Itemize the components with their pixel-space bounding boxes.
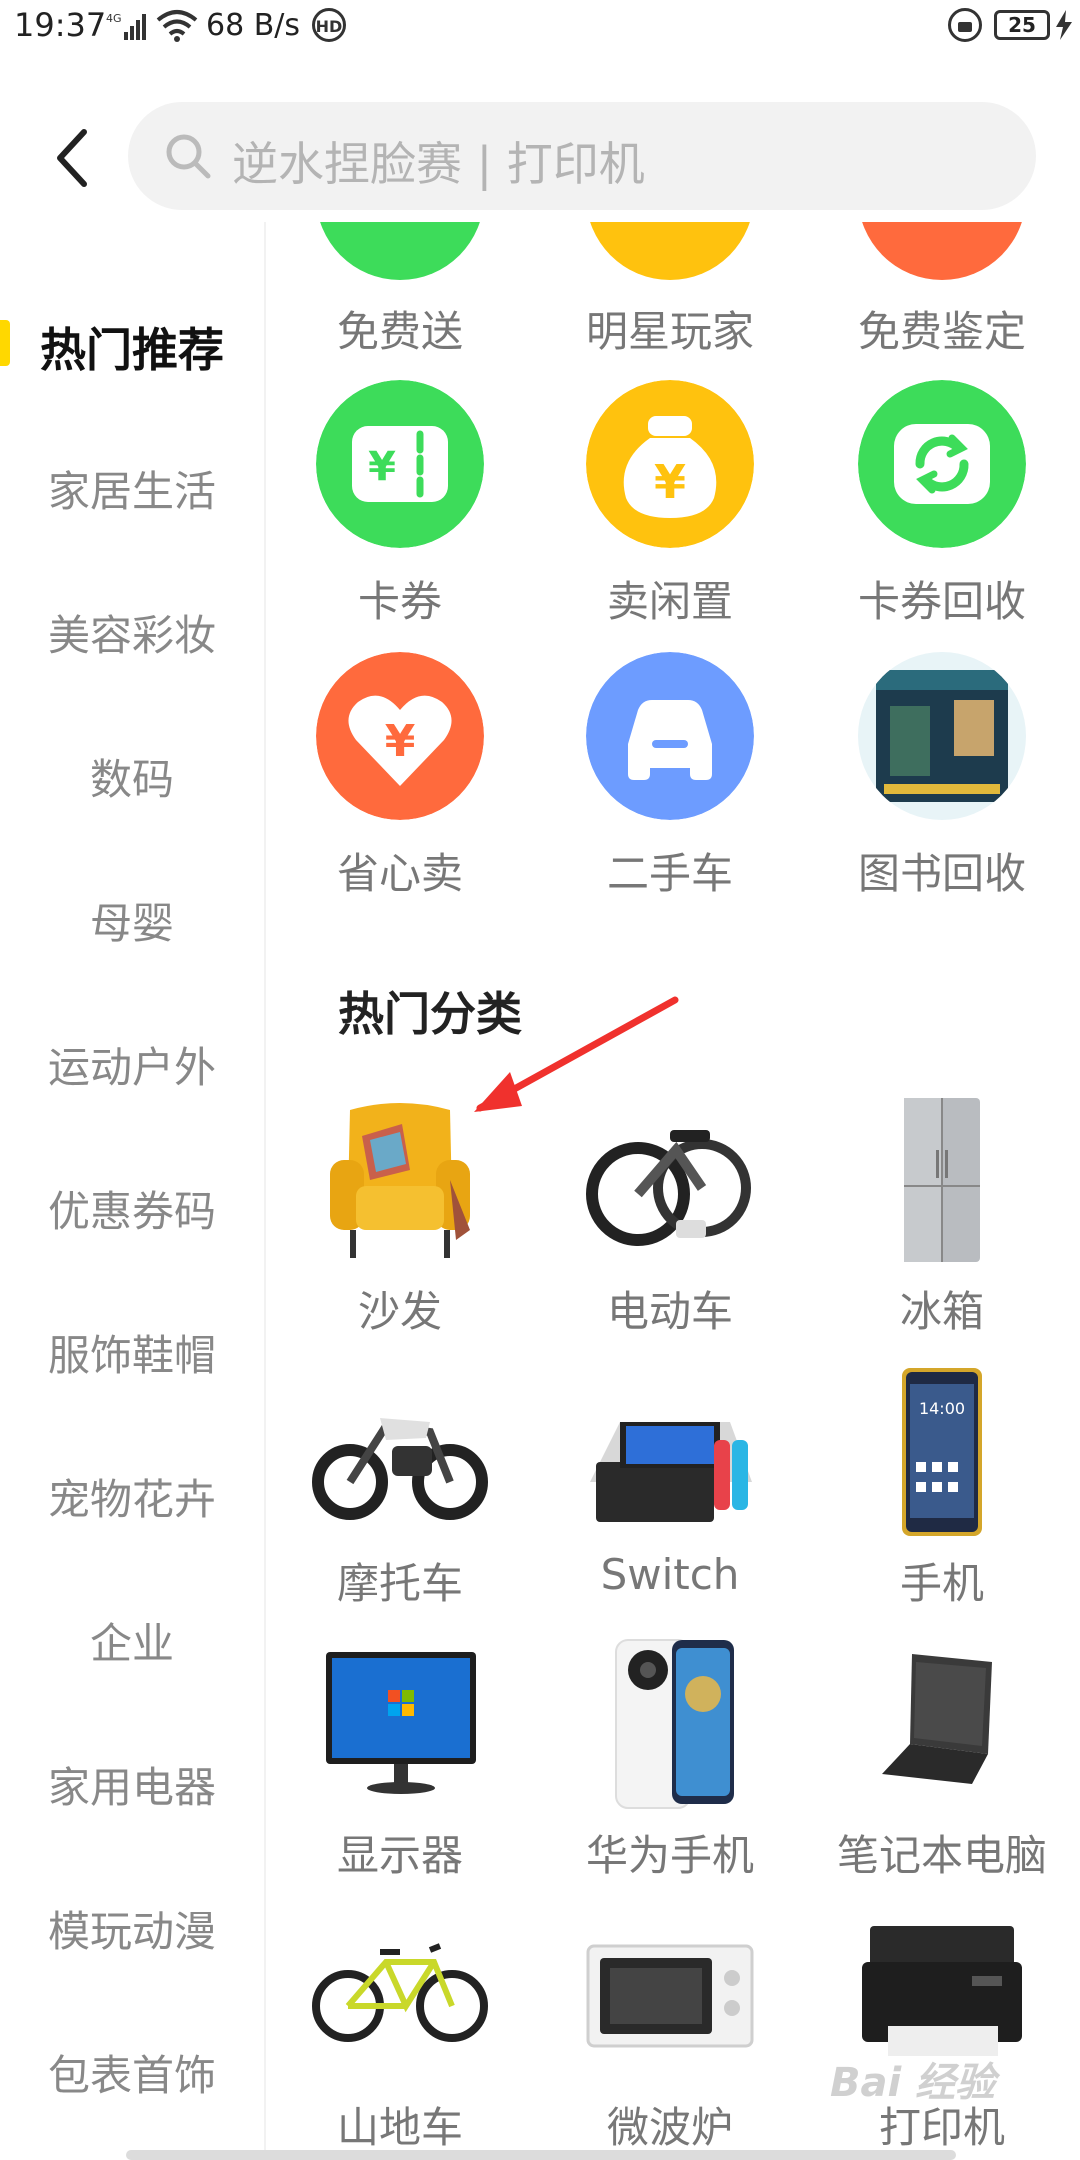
sidebar-item-pets[interactable]: 宠物花卉 bbox=[0, 1466, 264, 1527]
sidebar-item-toys[interactable]: 模玩动漫 bbox=[0, 1898, 264, 1959]
sidebar-item-beauty[interactable]: 美容彩妆 bbox=[0, 602, 264, 663]
charging-icon bbox=[1056, 10, 1072, 40]
svg-text:¥: ¥ bbox=[385, 716, 416, 767]
fridge-image bbox=[904, 1098, 980, 1262]
service-used-car[interactable]: 二手车 bbox=[560, 652, 780, 902]
svg-text:14:00: 14:00 bbox=[919, 1399, 965, 1418]
hd-voice-icon: HD bbox=[312, 8, 346, 42]
search-input[interactable]: 逆水捏脸赛 | 打印机 bbox=[128, 102, 1036, 210]
sidebar-item-home[interactable]: 家居生活 bbox=[0, 458, 264, 519]
money-bag-icon: ¥ bbox=[586, 380, 754, 548]
search-placeholder: 逆水捏脸赛 | 打印机 bbox=[232, 137, 645, 191]
huawei-phone-image bbox=[615, 1639, 734, 1809]
sidebar-item-jewelry[interactable]: 包表首饰 bbox=[0, 2042, 264, 2103]
category-printer[interactable]: 打印机 bbox=[832, 1906, 1052, 2156]
category-sidebar: 热门推荐 家居生活 美容彩妆 数码 母婴 运动户外 优惠券码 服饰鞋帽 宠物花卉… bbox=[0, 222, 266, 2160]
service-worry-free-sell[interactable]: ¥ 省心卖 bbox=[290, 652, 510, 902]
sidebar-item-coupons[interactable]: 优惠券码 bbox=[0, 1178, 264, 1239]
wifi-icon bbox=[156, 10, 198, 42]
category-motorcycle[interactable]: 摩托车 bbox=[290, 1362, 510, 1612]
sidebar-item-digital[interactable]: 数码 bbox=[0, 746, 264, 807]
mountain-bike-image bbox=[312, 1943, 488, 2042]
status-time: 19:37 bbox=[14, 6, 107, 44]
sidebar-item-appliances[interactable]: 家用电器 bbox=[0, 1754, 264, 1815]
category-microwave[interactable]: 微波炉 bbox=[560, 1906, 780, 2156]
service-star-player[interactable]: 明星玩家 bbox=[560, 222, 780, 352]
laptop-image bbox=[882, 1654, 992, 1784]
recycle-icon bbox=[858, 380, 1026, 548]
battery-icon: 25 bbox=[994, 10, 1050, 40]
service-free-appraisal[interactable]: 免费鉴定 bbox=[832, 222, 1052, 352]
sidebar-item-hot[interactable]: 热门推荐 bbox=[0, 314, 264, 380]
rotation-lock-icon bbox=[948, 8, 982, 42]
category-monitor[interactable]: 显示器 bbox=[290, 1634, 510, 1884]
service-book-recycle[interactable]: 图书回收 bbox=[832, 652, 1052, 902]
sidebar-item-baby[interactable]: 母婴 bbox=[0, 890, 264, 951]
category-laptop[interactable]: 笔记本电脑 bbox=[832, 1634, 1052, 1884]
scrollbar bbox=[126, 2150, 956, 2160]
category-fridge[interactable]: 冰箱 bbox=[832, 1090, 1052, 1340]
annotation-arrow-icon bbox=[474, 996, 679, 1112]
category-phone[interactable]: 14:00 手机 bbox=[832, 1362, 1052, 1612]
category-switch[interactable]: Switch bbox=[560, 1362, 780, 1612]
service-free-gift[interactable]: 免费送 bbox=[290, 222, 510, 352]
sidebar-item-apparel[interactable]: 服饰鞋帽 bbox=[0, 1322, 264, 1383]
back-button[interactable] bbox=[44, 118, 104, 198]
cellular-signal-icon: 4G bbox=[106, 12, 146, 40]
car-icon bbox=[586, 652, 754, 820]
sidebar-item-enterprise[interactable]: 企业 bbox=[0, 1610, 264, 1671]
category-huawei-phone[interactable]: 华为手机 bbox=[560, 1634, 780, 1884]
book-cover-icon bbox=[858, 652, 1026, 820]
microwave-image bbox=[586, 1944, 754, 2048]
service-sell-idle[interactable]: ¥ 卖闲置 bbox=[560, 380, 780, 630]
motorcycle-image bbox=[312, 1418, 488, 1520]
search-icon bbox=[166, 134, 211, 179]
svg-text:4G: 4G bbox=[106, 12, 122, 25]
switch-console-image bbox=[590, 1422, 752, 1522]
svg-text:¥: ¥ bbox=[654, 455, 686, 509]
sidebar-item-sports[interactable]: 运动户外 bbox=[0, 1034, 264, 1095]
status-bar: 19:37 4G 68 B/s HD 25 bbox=[0, 0, 1080, 56]
service-voucher[interactable]: ¥ 卡券 bbox=[290, 380, 510, 630]
free-gift-icon bbox=[316, 222, 484, 280]
appraisal-icon bbox=[858, 222, 1026, 280]
svg-text:¥: ¥ bbox=[368, 444, 396, 490]
network-speed: 68 B/s bbox=[206, 8, 301, 43]
category-mountain-bike[interactable]: 山地车 bbox=[290, 1906, 510, 2156]
watermark: Bai 经验 bbox=[830, 2060, 996, 2106]
phone-image: 14:00 bbox=[902, 1368, 982, 1536]
service-voucher-recycle[interactable]: 卡券回收 bbox=[832, 380, 1052, 630]
monitor-image bbox=[326, 1652, 476, 1794]
heart-icon: ¥ bbox=[316, 652, 484, 820]
voucher-icon: ¥ bbox=[316, 380, 484, 548]
star-player-icon bbox=[586, 222, 754, 280]
